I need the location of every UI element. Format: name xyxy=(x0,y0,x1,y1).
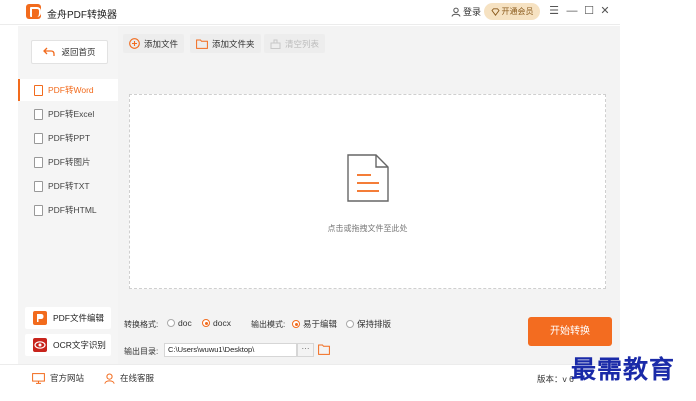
add-file-label: 添加文件 xyxy=(144,38,179,49)
open-folder-icon[interactable] xyxy=(318,344,330,355)
title-bar: 金舟PDF转换器 登录 开通会员 ☰ — ☐ ✕ xyxy=(0,0,620,25)
sidebar-item-label: PDF转TXT xyxy=(48,181,90,191)
radio-dot xyxy=(167,319,175,327)
monitor-icon xyxy=(32,372,45,384)
user-icon xyxy=(451,7,461,17)
format-doc-label: doc xyxy=(178,318,192,328)
official-website-label: 官方网站 xyxy=(50,373,85,383)
format-doc-radio[interactable]: doc xyxy=(167,318,192,328)
browse-button[interactable]: ··· xyxy=(297,343,314,357)
back-home-label: 返回首页 xyxy=(61,47,96,57)
sidebar-item-pdf-to-excel[interactable]: PDF转Excel xyxy=(18,103,118,125)
status-bar: 官方网站 在线客服 版本：v 6 xyxy=(0,364,620,390)
drop-hint: 点击或拖拽文件至此处 xyxy=(327,224,408,233)
format-docx-label: docx xyxy=(213,318,231,328)
sidebar-item-pdf-to-image[interactable]: PDF转图片 xyxy=(18,151,118,173)
vip-button[interactable]: 开通会员 xyxy=(484,3,540,20)
pdf-edit-icon xyxy=(33,311,47,325)
options-bar: 转换格式: doc docx 输出模式: 易于编辑 保持排版 输出目录: C:\… xyxy=(118,310,620,364)
ocr-icon xyxy=(33,338,47,352)
sidebar-item-label: PDF转HTML xyxy=(48,205,97,215)
sidebar-item-pdf-to-txt[interactable]: PDF转TXT xyxy=(18,175,118,197)
format-docx-radio[interactable]: docx xyxy=(202,318,231,328)
sidebar-item-pdf-to-html[interactable]: PDF转HTML xyxy=(18,199,118,221)
add-folder-button[interactable]: 添加文件夹 xyxy=(190,34,261,53)
add-folder-label: 添加文件夹 xyxy=(212,38,255,49)
main-panel: 添加文件 添加文件夹 清空列表 点击或拖拽文件至此处 转换格式: doc doc… xyxy=(118,26,620,364)
sidebar-item-label: PDF转图片 xyxy=(48,157,91,167)
html-doc-icon xyxy=(34,204,43,216)
sidebar-item-label: PDF转PPT xyxy=(48,133,91,143)
sidebar-item-pdf-to-word[interactable]: PDF转Word xyxy=(18,79,118,101)
menu-icon[interactable]: ☰ xyxy=(548,4,560,18)
ocr-label: OCR文字识别 xyxy=(53,340,106,350)
radio-dot xyxy=(292,320,300,328)
pdf-edit-label: PDF文件编辑 xyxy=(53,313,105,323)
document-icon xyxy=(347,154,389,202)
ppt-doc-icon xyxy=(34,132,43,144)
add-file-button[interactable]: 添加文件 xyxy=(123,34,185,53)
vip-label: 开通会员 xyxy=(501,7,534,16)
app-logo-icon xyxy=(26,4,41,19)
clear-list-button[interactable]: 清空列表 xyxy=(264,34,326,53)
sidebar-item-label: PDF转Excel xyxy=(48,109,95,119)
online-support-link[interactable]: 在线客服 xyxy=(104,372,154,384)
mode-label: 输出模式: xyxy=(251,320,286,329)
image-doc-icon xyxy=(34,156,43,168)
app-title: 金舟PDF转换器 xyxy=(47,10,117,21)
close-icon[interactable]: ✕ xyxy=(599,4,611,18)
format-label: 转换格式: xyxy=(124,320,159,329)
sidebar-item-label: PDF转Word xyxy=(48,85,94,95)
back-home-button[interactable]: 返回首页 xyxy=(31,40,108,64)
maximize-icon[interactable]: ☐ xyxy=(583,4,595,18)
mode-editable-label: 易于编辑 xyxy=(303,319,338,329)
radio-dot xyxy=(346,320,354,328)
sidebar-item-pdf-to-ppt[interactable]: PDF转PPT xyxy=(18,127,118,149)
output-dir-label: 输出目录: xyxy=(124,347,159,356)
clear-list-label: 清空列表 xyxy=(285,38,320,49)
folder-icon xyxy=(196,39,208,49)
mode-keep-layout-label: 保持排版 xyxy=(357,319,392,329)
broom-icon xyxy=(270,39,281,49)
radio-dot xyxy=(202,319,210,327)
diamond-icon xyxy=(490,7,500,16)
version-text: 版本：v 6 xyxy=(537,374,574,384)
minimize-icon[interactable]: — xyxy=(566,4,578,18)
official-website-link[interactable]: 官方网站 xyxy=(32,372,84,384)
online-support-label: 在线客服 xyxy=(120,373,155,383)
output-dir-input[interactable]: C:\Users\wuwu1\Desktop\ xyxy=(164,343,297,357)
word-doc-icon xyxy=(34,84,43,96)
mode-keep-layout-radio[interactable]: 保持排版 xyxy=(346,318,391,330)
excel-doc-icon xyxy=(34,108,43,120)
back-arrow-icon xyxy=(43,47,56,56)
login-label: 登录 xyxy=(463,7,482,17)
support-agent-icon xyxy=(104,373,115,384)
pdf-edit-card[interactable]: PDF文件编辑 xyxy=(25,307,111,329)
txt-doc-icon xyxy=(34,180,43,192)
login-button[interactable]: 登录 xyxy=(451,5,481,18)
sidebar: 返回首页 PDF转Word PDF转Excel PDF转PPT PDF转图片 P… xyxy=(18,26,118,364)
start-convert-button[interactable]: 开始转换 xyxy=(528,317,612,346)
ocr-card[interactable]: OCR文字识别 xyxy=(25,334,111,356)
file-drop-zone[interactable]: 点击或拖拽文件至此处 xyxy=(129,94,606,289)
add-circle-icon xyxy=(129,38,140,49)
watermark-text: 最需教育 xyxy=(571,355,676,384)
mode-editable-radio[interactable]: 易于编辑 xyxy=(292,318,337,330)
